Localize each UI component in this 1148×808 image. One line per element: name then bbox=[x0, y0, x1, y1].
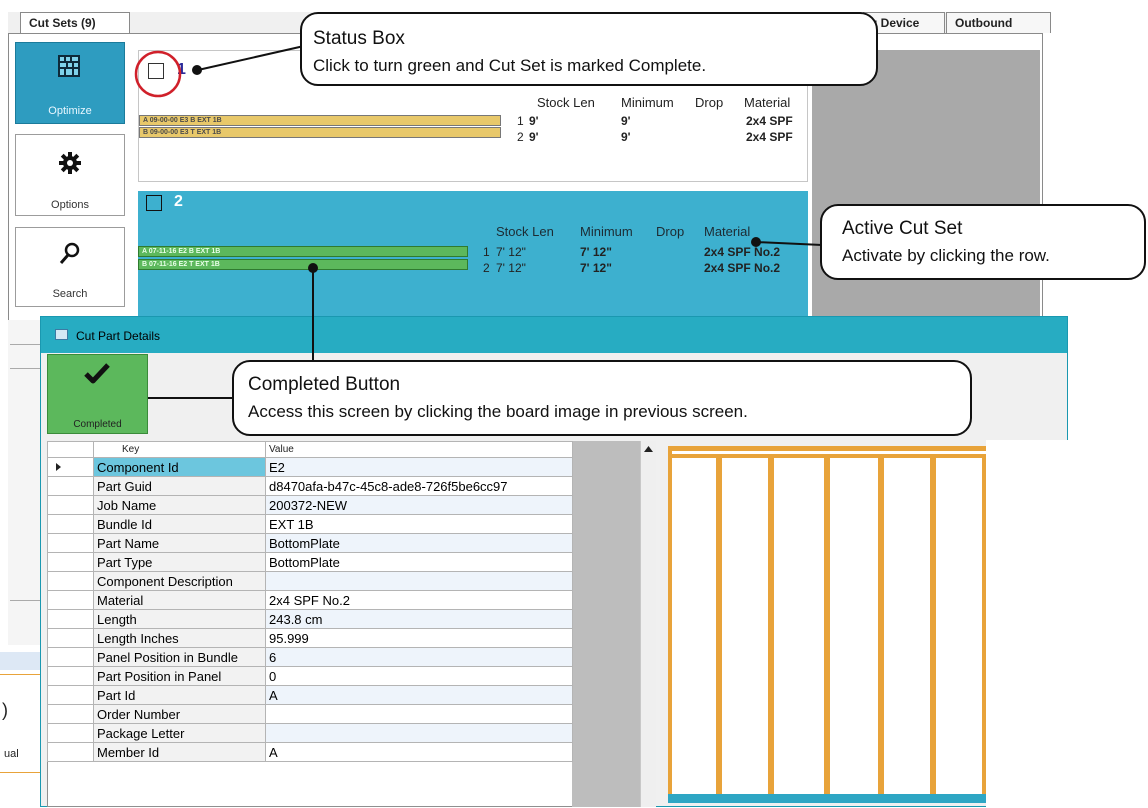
active-leader-dot bbox=[751, 237, 761, 247]
status-leader-dot bbox=[192, 65, 202, 75]
callout-text: Access this screen by clicking the board… bbox=[248, 402, 748, 421]
status-box-highlight-circle bbox=[134, 50, 182, 98]
completed-button-callout: Completed Button Access this screen by c… bbox=[232, 360, 972, 436]
status-leader-line bbox=[197, 45, 305, 71]
callout-title: Active Cut Set bbox=[842, 218, 963, 239]
active-leader-line bbox=[755, 241, 823, 246]
callout-text: Activate by clicking the row. bbox=[842, 246, 1050, 265]
completed-leader-dot bbox=[308, 263, 318, 273]
callout-title: Completed Button bbox=[248, 374, 401, 395]
active-cut-set-callout: Active Cut Set Activate by clicking the … bbox=[820, 204, 1146, 280]
callout-title: Status Box bbox=[313, 28, 405, 49]
callout-text: Click to turn green and Cut Set is marke… bbox=[313, 56, 707, 75]
status-box-callout: Status Box Click to turn green and Cut S… bbox=[300, 12, 878, 86]
